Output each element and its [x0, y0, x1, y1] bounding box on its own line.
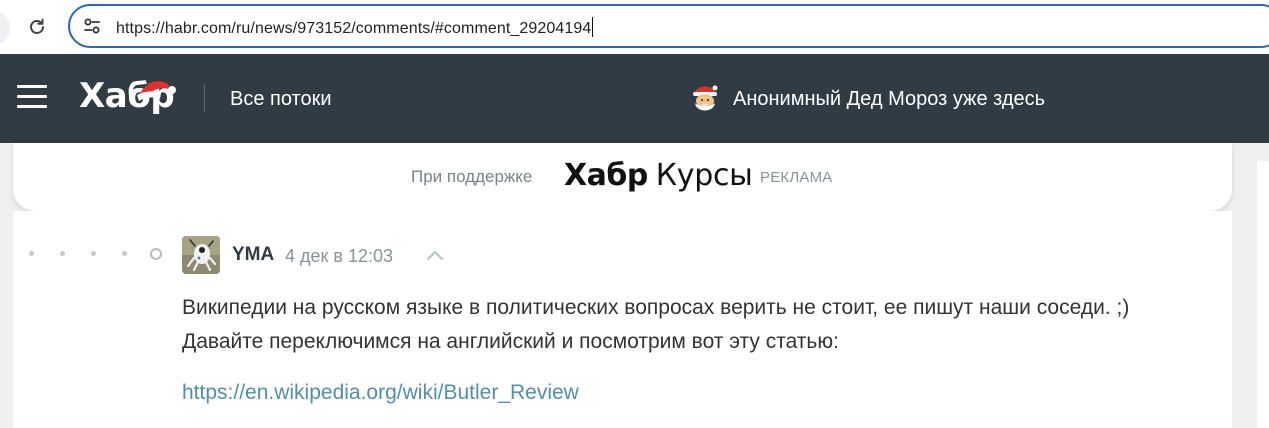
- thread-current-dot: [150, 248, 162, 260]
- comment-date[interactable]: 4 дек в 12:03: [285, 245, 393, 267]
- tune-icon[interactable]: [82, 16, 102, 36]
- page-content: При поддержке Хабр Курсы РЕКЛАМА YMA 4 де…: [0, 143, 1269, 428]
- text-caret: [592, 17, 594, 37]
- comment-body: Википедии на русском языке в политически…: [182, 296, 1130, 353]
- comment-link[interactable]: https://en.wikipedia.org/wiki/Butler_Rev…: [182, 378, 579, 408]
- reload-icon: [30, 18, 44, 34]
- browser-toolbar: https://habr.com/ru/news/973152/comments…: [0, 0, 1269, 54]
- sponsor-logo-regular: Курсы: [655, 158, 753, 193]
- url-text[interactable]: https://habr.com/ru/news/973152/comments…: [116, 17, 594, 38]
- hamburger-icon: [17, 85, 47, 88]
- avatar-image: [182, 236, 220, 274]
- avatar[interactable]: [182, 236, 220, 274]
- thread-dot: [91, 251, 96, 256]
- sponsor-label: При поддержке: [411, 167, 533, 186]
- hamburger-icon-line: [17, 105, 47, 108]
- header-divider: [204, 84, 205, 112]
- back-button-stub[interactable]: [0, 10, 10, 46]
- sponsor-logo[interactable]: Хабр Курсы: [564, 158, 753, 194]
- sponsor-banner[interactable]: При поддержке Хабр Курсы РЕКЛАМА: [13, 143, 1232, 211]
- comment: YMA 4 дек в 12:03 Википедии на русском я…: [13, 211, 1232, 428]
- all-flows-link[interactable]: Все потоки: [230, 87, 332, 111]
- sidebar-edge: [1257, 161, 1269, 428]
- sponsor-logo-bold: Хабр: [564, 158, 648, 193]
- menu-button[interactable]: [17, 85, 47, 109]
- site-header: Хабр Все потоки Анонимный Дед Мороз уже …: [0, 54, 1269, 143]
- chevron-up-icon[interactable]: [425, 247, 445, 263]
- ad-label: РЕКЛАМА: [760, 169, 833, 186]
- comment-author[interactable]: YMA: [232, 244, 274, 266]
- santa-face-icon: [693, 85, 718, 111]
- santa-link[interactable]: Анонимный Дед Мороз уже здесь: [733, 87, 1045, 111]
- santa-hat-icon: [137, 81, 176, 101]
- address-bar[interactable]: https://habr.com/ru/news/973152/comments…: [68, 4, 1269, 48]
- thread-dot: [29, 251, 34, 256]
- thread-dot: [60, 251, 65, 256]
- thread-dot: [122, 251, 127, 256]
- hamburger-icon-line: [17, 95, 47, 98]
- reload-button[interactable]: [22, 12, 52, 42]
